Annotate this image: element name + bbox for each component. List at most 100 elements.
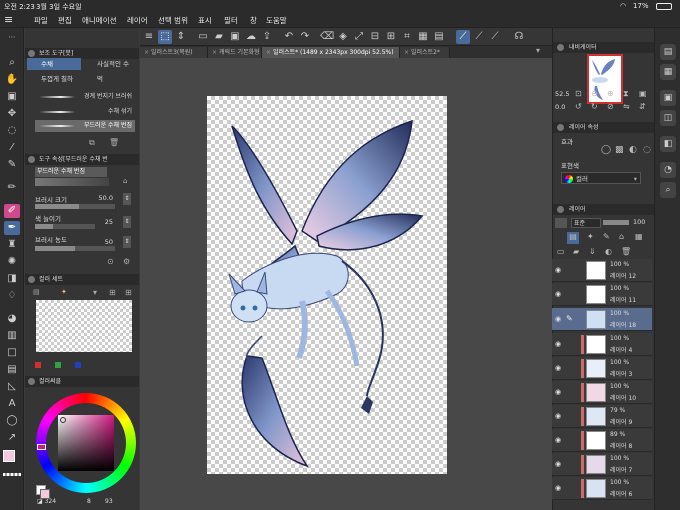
settings-icon[interactable]: ⚙: [123, 257, 130, 266]
toolbar-grip-icon[interactable]: ⋯: [4, 30, 20, 44]
pencil-tool-icon[interactable]: ✏: [4, 181, 20, 195]
flip-vertical-icon[interactable]: ⇵: [639, 102, 646, 111]
brush-density-value[interactable]: 50: [91, 238, 113, 246]
sub-color-indicator[interactable]: [40, 489, 50, 499]
tab-illust2[interactable]: × 일러스트2*: [400, 47, 450, 58]
blend-tool-icon[interactable]: ♢: [4, 289, 20, 303]
tab-dropdown-icon[interactable]: ▾: [536, 46, 540, 55]
menu-window[interactable]: 창: [250, 15, 257, 26]
layer-color-icon[interactable]: ◐: [629, 145, 637, 155]
airbrush-tool-icon[interactable]: ♜: [4, 238, 20, 252]
eye-icon[interactable]: ◉: [555, 388, 561, 396]
draft-layer-icon[interactable]: ✎: [603, 232, 610, 241]
crop-icon[interactable]: ⌗: [400, 30, 414, 44]
delete-layer-icon[interactable]: 🗑: [621, 247, 631, 256]
eye-icon[interactable]: ◉: [555, 364, 561, 372]
layer-row[interactable]: ◉ 100 % 레이어 10: [552, 381, 652, 404]
text-tool-icon[interactable]: A: [4, 397, 20, 411]
selection-tool-icon[interactable]: ⬚: [158, 30, 172, 44]
open-folder-icon[interactable]: ▰: [212, 30, 226, 44]
menu-file[interactable]: 파일: [34, 15, 48, 26]
subtool-group-watercolor[interactable]: 수채: [27, 58, 81, 70]
transform-icon[interactable]: ⤢: [352, 30, 366, 44]
add-color-icon[interactable]: ⊞: [109, 288, 116, 297]
move-tool-icon[interactable]: ✥: [4, 107, 20, 121]
layer-row[interactable]: ◉ 100 % 레이어 12: [552, 259, 652, 282]
navigator-dock-icon[interactable]: ▦: [660, 64, 676, 80]
eye-icon[interactable]: ◉: [555, 290, 561, 298]
main-color-swatch[interactable]: [3, 450, 15, 462]
ruler-tool-icon[interactable]: ◺: [4, 380, 20, 394]
grid-icon[interactable]: ▦: [416, 30, 430, 44]
eye-icon[interactable]: ◉: [555, 460, 561, 468]
layer-row[interactable]: ◉ 100 % 레이어 4: [552, 333, 652, 356]
search-dock-icon[interactable]: ⌕: [660, 182, 676, 198]
lock-icon[interactable]: ⌂: [123, 177, 127, 185]
dropdown-icon[interactable]: ▾: [93, 288, 97, 297]
rotate-left-icon[interactable]: ↺: [575, 102, 582, 111]
brush-size-stepper[interactable]: ⇕: [123, 193, 131, 205]
rotation-value[interactable]: 0.0: [555, 103, 565, 111]
color-swatch[interactable]: [55, 362, 61, 368]
tab-illust-active[interactable]: × 일러스트* (1489 x 2343px 300dpi 52.5%): [262, 47, 400, 58]
fill-tool-icon[interactable]: ◕: [4, 312, 20, 326]
layer-menu-icon[interactable]: [555, 218, 567, 228]
brush-density-stepper[interactable]: ⇕: [123, 236, 131, 248]
opacity-slider[interactable]: [603, 220, 629, 225]
fit-window-icon[interactable]: ▣: [639, 89, 647, 98]
lasso-tool-icon[interactable]: ◌: [4, 124, 20, 138]
color-swatch[interactable]: [75, 362, 81, 368]
layer-row[interactable]: ◉ 100 % 레이어 7: [552, 453, 652, 476]
layer-row[interactable]: ◉ 100 % 레이어 6: [552, 477, 652, 500]
brush-density-slider[interactable]: [35, 246, 115, 251]
delete-subtool-icon[interactable]: 🗑: [109, 138, 119, 147]
brush-tool-icon[interactable]: ✐: [4, 204, 20, 218]
ruler-icon[interactable]: ▤: [432, 30, 446, 44]
hand-tool-icon[interactable]: ✋: [4, 73, 20, 87]
brush-item-selected[interactable]: 부드러운 수채 번짐: [35, 120, 135, 132]
brush-size-value[interactable]: 50.0: [91, 194, 113, 202]
fill-icon[interactable]: ◈: [336, 30, 350, 44]
lock-layer-icon[interactable]: ⌂: [619, 232, 624, 241]
menu-selection[interactable]: 선택 범위: [158, 15, 188, 26]
chevron-updown-icon[interactable]: ⇕: [174, 30, 188, 44]
drawing-canvas[interactable]: [207, 96, 447, 474]
brush-size-slider[interactable]: [35, 204, 115, 209]
eyedropper-tool-icon[interactable]: ⁄: [4, 141, 20, 155]
close-icon[interactable]: ×: [144, 49, 149, 56]
clip-layer-icon[interactable]: ▤: [567, 232, 579, 244]
tone-effect-icon[interactable]: ▩: [615, 145, 624, 155]
color-stretch-slider[interactable]: [35, 224, 95, 229]
zoom-in-icon[interactable]: ⊕: [607, 89, 614, 98]
menu-animation[interactable]: 애니메이션: [82, 15, 117, 26]
layer-row[interactable]: ◉ 79 % 레이어 9: [552, 405, 652, 428]
close-icon[interactable]: ×: [404, 49, 409, 56]
watercolor-tool-icon[interactable]: ✒: [4, 221, 20, 235]
menu-help[interactable]: 도움말: [266, 15, 287, 26]
zoom-fit-icon[interactable]: ⊡: [575, 89, 582, 98]
mask-icon[interactable]: ◐: [605, 247, 612, 256]
invert-selection-icon[interactable]: ⊞: [384, 30, 398, 44]
tab-illust3[interactable]: × 일러스트3(복원): [140, 47, 208, 58]
rotate-right-icon[interactable]: ↻: [591, 102, 598, 111]
lock-transparent-icon[interactable]: ▦: [635, 232, 643, 241]
brush-item[interactable]: 경계 번지기 브러쉬: [35, 91, 135, 103]
menu-filter[interactable]: 필터: [224, 15, 238, 26]
menu-layer[interactable]: 레이어: [127, 15, 148, 26]
correction-tool-icon[interactable]: ↗: [4, 431, 20, 445]
flip-icon[interactable]: ⧗: [623, 89, 629, 99]
eye-icon[interactable]: ◉: [555, 412, 561, 420]
zoom-out-icon[interactable]: ⊖: [591, 89, 598, 98]
menu-list-icon[interactable]: ≡: [142, 30, 156, 44]
border-effect-icon[interactable]: ◯: [601, 145, 611, 155]
layer-row[interactable]: ◉ 89 % 레이어 8: [552, 429, 652, 452]
color-set-grid[interactable]: [36, 300, 132, 352]
eye-icon[interactable]: ◉: [555, 484, 561, 492]
eye-icon[interactable]: ◉: [555, 436, 561, 444]
menu-edit[interactable]: 편집: [58, 15, 72, 26]
export-icon[interactable]: ⇪: [260, 30, 274, 44]
undo-icon[interactable]: ↶: [282, 30, 296, 44]
layers-dock-icon[interactable]: ◫: [660, 110, 676, 126]
layer-row[interactable]: ◉ 100 % 레이어 11: [552, 283, 652, 306]
eye-icon[interactable]: ◉: [555, 315, 561, 323]
